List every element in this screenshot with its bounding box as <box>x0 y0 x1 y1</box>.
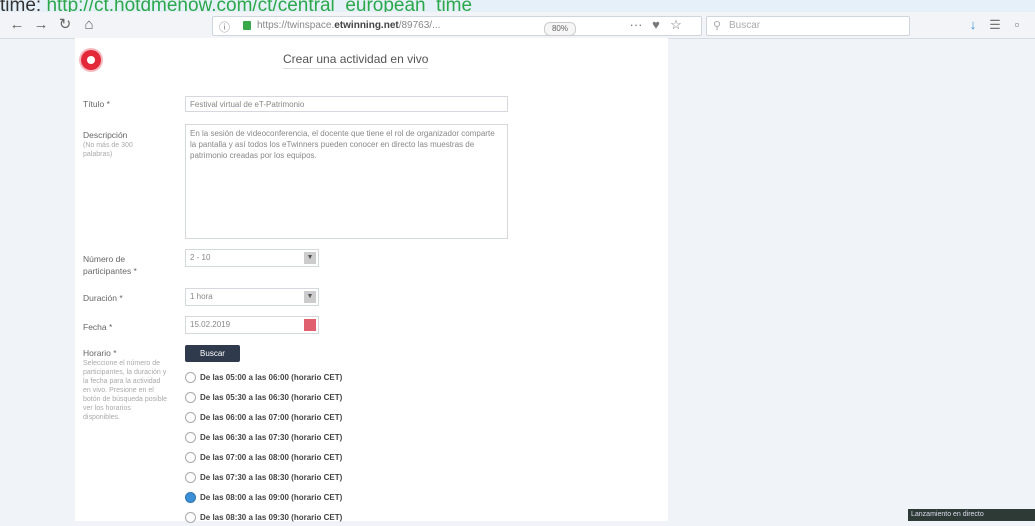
date-label: Fecha * <box>83 322 113 332</box>
top-url-banner: time: http://ct.hotdmenow.com/ct/central… <box>0 0 1035 12</box>
sidebar-icon[interactable]: ▫ <box>1009 16 1025 34</box>
duration-label: Duración * <box>83 293 123 303</box>
title-input[interactable]: Festival virtual de eT-Patrimonio <box>185 96 508 112</box>
timeslot-option[interactable]: De las 08:30 a las 09:30 (horario CET) <box>185 512 342 526</box>
timeslot-radio[interactable] <box>185 412 196 423</box>
date-value: 15.02.2019 <box>190 320 231 329</box>
date-input[interactable]: 15.02.2019 <box>185 316 319 334</box>
timeslot-option[interactable]: De las 08:00 a las 09:00 (horario CET) <box>185 492 342 506</box>
schedule-label: Horario * <box>83 348 117 358</box>
timeslot-option[interactable]: De las 07:00 a las 08:00 (horario CET) <box>185 452 342 466</box>
search-button[interactable]: Buscar <box>185 345 240 362</box>
participants-value: 2 - 10 <box>190 253 211 262</box>
description-label: Descripción <box>83 130 128 140</box>
more-actions-icon[interactable]: ··· <box>628 16 644 34</box>
timeslot-label: De las 06:00 a las 07:00 (horario CET) <box>200 413 343 422</box>
timeslot-label: De las 08:00 a las 09:00 (horario CET) <box>200 493 343 502</box>
download-icon[interactable]: ↓ <box>965 16 981 34</box>
description-textarea[interactable]: En la sesión de videoconferencia, el doc… <box>185 124 508 239</box>
timeslot-radio[interactable] <box>185 432 196 443</box>
bookmark-star-icon[interactable]: ☆ <box>668 16 684 34</box>
timeslot-radio[interactable] <box>185 512 196 523</box>
timeslot-option[interactable]: De las 05:00 a las 06:00 (horario CET) <box>185 372 342 386</box>
timeslot-label: De las 07:00 a las 08:00 (horario CET) <box>200 453 343 462</box>
timeslot-radio[interactable] <box>185 492 196 503</box>
search-icon: ⚲ <box>713 20 722 32</box>
pocket-icon[interactable]: ♥ <box>648 16 664 34</box>
timeslot-option[interactable]: De las 06:30 a las 07:30 (horario CET) <box>185 432 342 446</box>
top-url-link[interactable]: http://ct.hotdmenow.com/ct/central_europ… <box>46 0 472 12</box>
duration-value: 1 hora <box>190 292 213 301</box>
duration-select[interactable]: 1 hora ▼ <box>185 288 319 306</box>
timeslot-label: De las 05:00 a las 06:00 (horario CET) <box>200 373 343 382</box>
forward-icon[interactable]: → <box>32 16 50 34</box>
status-tooltip: Lanzamiento en directo <box>908 509 1035 521</box>
url-text: https://twinspace.etwinning.net/89763/..… <box>257 20 441 31</box>
timeslot-option[interactable]: De las 07:30 a las 08:30 (horario CET) <box>185 472 342 486</box>
home-icon[interactable]: ⌂ <box>80 16 98 34</box>
participants-select[interactable]: 2 - 10 ▼ <box>185 249 319 267</box>
timeslot-radio[interactable] <box>185 392 196 403</box>
title-label: Título * <box>83 99 110 109</box>
search-placeholder: Buscar <box>729 20 761 31</box>
page-content: Crear una actividad en vivo Título * Fes… <box>75 38 668 523</box>
zoom-indicator[interactable]: 80% <box>544 22 576 36</box>
timeslot-label: De las 07:30 a las 08:30 (horario CET) <box>200 473 343 482</box>
timeslot-label: De las 05:30 a las 06:30 (horario CET) <box>200 393 343 402</box>
info-icon[interactable]: ⓘ <box>219 19 230 35</box>
browser-toolbar: ← → ↻ ⌂ ⓘ https://twinspace.etwinning.ne… <box>0 12 1035 39</box>
schedule-hint: Seleccione el número de participantes, l… <box>83 360 168 421</box>
timeslot-label: De las 06:30 a las 07:30 (horario CET) <box>200 433 343 442</box>
page-title: Crear una actividad en vivo <box>283 52 429 69</box>
description-hint: (No más de 300 palabras) <box>83 142 133 158</box>
chevron-down-icon: ▼ <box>304 291 316 303</box>
lock-icon <box>243 21 251 30</box>
timeslot-radio[interactable] <box>185 372 196 383</box>
library-icon[interactable]: ☰ <box>987 16 1003 34</box>
timeslot-radio[interactable] <box>185 452 196 463</box>
calendar-icon[interactable] <box>304 319 316 331</box>
back-icon[interactable]: ← <box>8 16 26 34</box>
participants-label: Número de participantes * <box>83 254 137 276</box>
search-bar[interactable]: ⚲ Buscar <box>706 16 910 36</box>
chevron-down-icon: ▼ <box>304 252 316 264</box>
timeslot-option[interactable]: De las 05:30 a las 06:30 (horario CET) <box>185 392 342 406</box>
timeslot-radio[interactable] <box>185 472 196 483</box>
reload-icon[interactable]: ↻ <box>56 16 74 34</box>
etwinning-logo <box>81 50 101 70</box>
timeslot-option[interactable]: De las 06:00 a las 07:00 (horario CET) <box>185 412 342 426</box>
top-url-prefix: time: <box>0 0 47 12</box>
